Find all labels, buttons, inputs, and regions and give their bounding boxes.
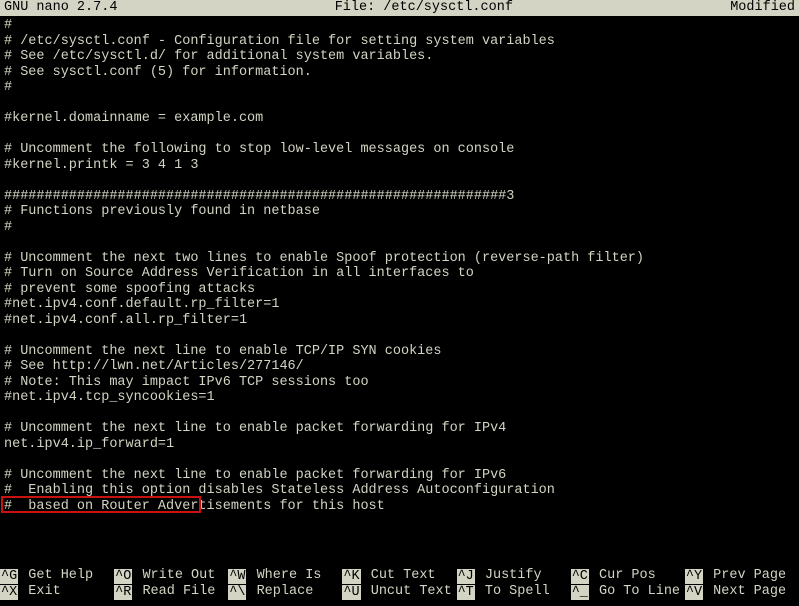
shortcut-key: ^J bbox=[457, 569, 475, 584]
editor-line[interactable]: # See sysctl.conf (5) for information. bbox=[4, 65, 795, 81]
editor-line[interactable]: #net.ipv4.conf.all.rp_filter=1 bbox=[4, 313, 795, 329]
editor-line[interactable]: #kernel.printk = 3 4 1 3 bbox=[4, 158, 795, 174]
editor-line[interactable]: # Turn on Source Address Verification in… bbox=[4, 266, 795, 282]
shortcut-to-spell[interactable]: ^T To Spell bbox=[457, 584, 571, 600]
shortcut-get-help[interactable]: ^G Get Help bbox=[0, 568, 114, 584]
editor-line[interactable]: #net.ipv4.tcp_syncookies=1 bbox=[4, 390, 795, 406]
editor-line[interactable] bbox=[4, 127, 795, 143]
editor-line[interactable]: # Note: This may impact IPv6 TCP session… bbox=[4, 375, 795, 391]
shortcut-cut-text[interactable]: ^K Cut Text bbox=[342, 568, 456, 584]
editor-line[interactable] bbox=[4, 452, 795, 468]
shortcut-label: Replace bbox=[248, 584, 313, 600]
editor-line[interactable]: # based on Router Advertisements for thi… bbox=[4, 499, 795, 515]
editor-line[interactable] bbox=[4, 328, 795, 344]
shortcut-label: Next Page bbox=[705, 584, 786, 600]
editor-line[interactable]: #kernel.domainname = example.com bbox=[4, 111, 795, 127]
shortcut-key: ^C bbox=[571, 569, 589, 584]
app-name: GNU nano 2.7.4 bbox=[4, 0, 117, 16]
editor-line[interactable]: # Uncomment the following to stop low-le… bbox=[4, 142, 795, 158]
shortcut-key: ^V bbox=[685, 585, 703, 600]
shortcut-key: ^_ bbox=[571, 585, 589, 600]
shortcut-exit[interactable]: ^X Exit bbox=[0, 584, 114, 600]
file-name: File: /etc/sysctl.conf bbox=[117, 0, 730, 16]
shortcut-label: Get Help bbox=[20, 568, 93, 584]
shortcut-uncut-text[interactable]: ^U Uncut Text bbox=[342, 584, 456, 600]
shortcut-label: Prev Page bbox=[705, 568, 786, 584]
shortcut-label: Uncut Text bbox=[363, 584, 452, 600]
editor-line[interactable]: # Enabling this option disables Stateles… bbox=[4, 483, 795, 499]
shortcut-replace[interactable]: ^\ Replace bbox=[228, 584, 342, 600]
shortcut-label: Justify bbox=[477, 568, 542, 584]
shortcut-label: Read File bbox=[134, 584, 215, 600]
editor-line[interactable]: # See /etc/sysctl.d/ for additional syst… bbox=[4, 49, 795, 65]
shortcut-key: ^O bbox=[114, 569, 132, 584]
shortcut-label: To Spell bbox=[477, 584, 550, 600]
editor-line[interactable]: # /etc/sysctl.conf - Configuration file … bbox=[4, 34, 795, 50]
shortcut-label: Where Is bbox=[248, 568, 321, 584]
editor-line[interactable]: # prevent some spoofing attacks bbox=[4, 282, 795, 298]
shortcut-key: ^K bbox=[342, 569, 360, 584]
shortcut-read-file[interactable]: ^R Read File bbox=[114, 584, 228, 600]
shortcut-label: Cut Text bbox=[363, 568, 436, 584]
shortcut-key: ^X bbox=[0, 585, 18, 600]
shortcut-key: ^Y bbox=[685, 569, 703, 584]
shortcut-prev-page[interactable]: ^Y Prev Page bbox=[685, 568, 799, 584]
editor-line[interactable]: # Uncomment the next line to enable pack… bbox=[4, 468, 795, 484]
editor-line[interactable] bbox=[4, 235, 795, 251]
editor-line[interactable]: # See http://lwn.net/Articles/277146/ bbox=[4, 359, 795, 375]
modified-status: Modified bbox=[730, 0, 795, 16]
editor-line[interactable] bbox=[4, 406, 795, 422]
editor-line[interactable] bbox=[4, 173, 795, 189]
editor-line[interactable]: #net.ipv4.conf.default.rp_filter=1 bbox=[4, 297, 795, 313]
footer-shortcuts: ^G Get Help^O Write Out^W Where Is^K Cut… bbox=[0, 568, 799, 600]
editor-line[interactable]: # Uncomment the next line to enable TCP/… bbox=[4, 344, 795, 360]
shortcut-next-page[interactable]: ^V Next Page bbox=[685, 584, 799, 600]
editor-line[interactable]: # bbox=[4, 18, 795, 34]
editor-area[interactable]: ## /etc/sysctl.conf - Configuration file… bbox=[0, 16, 799, 514]
shortcut-justify[interactable]: ^J Justify bbox=[457, 568, 571, 584]
editor-line[interactable]: # bbox=[4, 220, 795, 236]
editor-line[interactable]: # Functions previously found in netbase bbox=[4, 204, 795, 220]
titlebar: GNU nano 2.7.4 File: /etc/sysctl.conf Mo… bbox=[0, 0, 799, 16]
shortcut-where-is[interactable]: ^W Where Is bbox=[228, 568, 342, 584]
shortcut-go-to-line[interactable]: ^_ Go To Line bbox=[571, 584, 685, 600]
shortcut-label: Write Out bbox=[134, 568, 215, 584]
shortcut-write-out[interactable]: ^O Write Out bbox=[114, 568, 228, 584]
shortcut-key: ^\ bbox=[228, 585, 246, 600]
shortcut-key: ^G bbox=[0, 569, 18, 584]
shortcut-key: ^R bbox=[114, 585, 132, 600]
shortcut-label: Exit bbox=[20, 584, 61, 600]
editor-line[interactable]: # Uncomment the next two lines to enable… bbox=[4, 251, 795, 267]
editor-line[interactable]: # Uncomment the next line to enable pack… bbox=[4, 421, 795, 437]
shortcut-label: Go To Line bbox=[591, 584, 680, 600]
shortcut-key: ^U bbox=[342, 585, 360, 600]
editor-line[interactable]: ########################################… bbox=[4, 189, 795, 205]
editor-line[interactable] bbox=[4, 96, 795, 112]
shortcut-key: ^T bbox=[457, 585, 475, 600]
editor-line[interactable]: # bbox=[4, 80, 795, 96]
shortcut-label: Cur Pos bbox=[591, 568, 656, 584]
shortcut-key: ^W bbox=[228, 569, 246, 584]
shortcut-cur-pos[interactable]: ^C Cur Pos bbox=[571, 568, 685, 584]
editor-line[interactable]: net.ipv4.ip_forward=1 bbox=[4, 437, 795, 453]
